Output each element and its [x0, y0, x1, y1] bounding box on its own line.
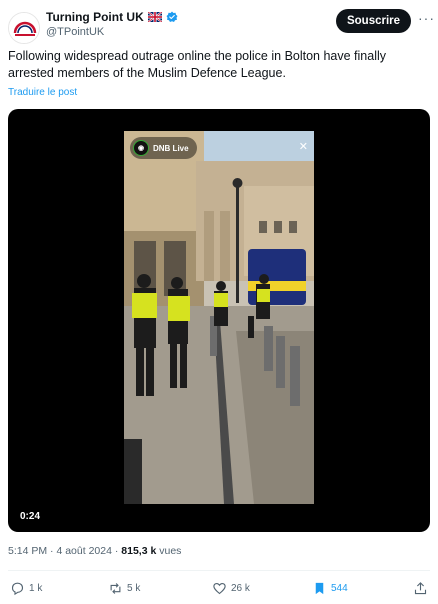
meta-separator: ·: [50, 545, 54, 557]
share-icon: [414, 582, 427, 595]
action-bar: 1 k 5 k 26 k 544: [8, 581, 430, 601]
bookmark-button[interactable]: 544: [312, 581, 348, 596]
bookmark-icon: [315, 582, 324, 595]
author-row[interactable]: Turning Point UK: [46, 10, 178, 24]
views-count: 815,3 k: [121, 545, 157, 557]
close-icon[interactable]: ✕: [299, 140, 308, 153]
post-text: Following widespread outrage online the …: [8, 49, 387, 80]
bookmark-count: 544: [331, 583, 348, 594]
subscribe-button[interactable]: Souscrire: [336, 9, 411, 33]
heart-icon: [213, 582, 226, 595]
like-count: 26 k: [231, 583, 250, 594]
display-name[interactable]: Turning Point UK: [46, 10, 144, 24]
repost-count: 5 k: [127, 583, 141, 594]
video-elapsed-time: 0:24: [20, 511, 41, 522]
share-button[interactable]: [413, 581, 428, 596]
divider: [8, 570, 430, 571]
verified-badge-icon: [166, 11, 178, 22]
video-player[interactable]: ◉ DNB Live ✕ 0:24: [8, 109, 430, 532]
reply-button[interactable]: 1 k: [10, 581, 42, 596]
reply-count: 1 k: [29, 583, 43, 594]
post-time[interactable]: 5:14 PM: [8, 545, 47, 557]
repost-icon: [110, 583, 121, 594]
post-date[interactable]: 4 août 2024: [56, 545, 111, 557]
author-handle[interactable]: @TPointUK: [46, 26, 104, 38]
reply-icon: [11, 582, 24, 596]
dnb-logo-icon: ◉: [133, 140, 149, 156]
translate-link[interactable]: Traduire le post: [8, 87, 77, 98]
like-button[interactable]: 26 k: [212, 581, 250, 596]
views-label: vues: [159, 545, 182, 557]
more-options-icon[interactable]: ···: [418, 10, 435, 26]
meta-separator: ·: [114, 545, 119, 557]
video-still-image: [124, 131, 314, 504]
video-frame[interactable]: ◉ DNB Live ✕: [124, 131, 314, 504]
channel-badge[interactable]: ◉ DNB Live: [130, 137, 197, 159]
channel-label: DNB Live: [153, 143, 189, 153]
union-jack-flag-icon: [147, 12, 162, 22]
repost-button[interactable]: 5 k: [108, 581, 140, 596]
turning-point-uk-logo: [9, 13, 39, 43]
post-meta: 5:14 PM · 4 août 2024 · 815,3 k vues: [8, 545, 181, 557]
avatar[interactable]: [8, 12, 40, 44]
